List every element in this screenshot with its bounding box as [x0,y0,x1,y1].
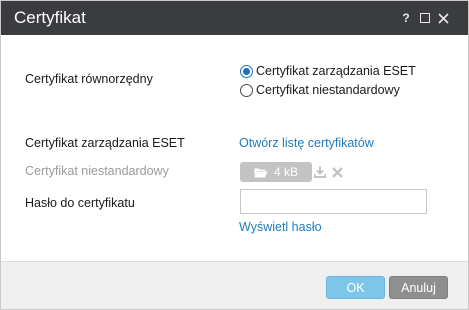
certificate-password-input[interactable] [240,189,427,214]
peer-certificate-label: Certyfikat równorzędny [25,72,153,86]
dialog-title: Certyfikat [14,8,86,27]
open-certificate-list-link[interactable]: Otwórz listę certyfikatów [239,135,374,151]
radio-unselected-icon[interactable] [240,83,253,97]
show-password-link[interactable]: Wyświetl hasło [239,219,322,235]
file-size: 4 kB [273,165,298,179]
remove-icon[interactable] [332,165,343,183]
certificate-dialog: Certyfikat ? Certyfikat równorzędny Cert… [0,0,469,310]
close-icon[interactable] [435,10,451,26]
radio-selected-icon[interactable] [240,64,253,78]
radio-eset-management-cert[interactable]: Certyfikat zarządzania ESET [240,63,416,79]
radio-custom-cert[interactable]: Certyfikat niestandardowy [240,82,400,98]
download-icon[interactable] [313,165,327,183]
management-certificate-label: Certyfikat zarządzania ESET [25,136,185,150]
dialog-footer: OK Anuluj [1,261,468,309]
certificate-password-label: Hasło do certyfikatu [25,196,135,210]
dialog-titlebar: Certyfikat ? [1,1,468,35]
ok-button[interactable]: OK [326,276,385,299]
folder-open-icon [254,168,268,177]
maximize-icon[interactable] [417,10,433,26]
radio-label: Certyfikat niestandardowy [256,83,400,97]
custom-certificate-label: Certyfikat niestandardowy [25,164,169,178]
help-icon[interactable]: ? [398,10,414,26]
upload-certificate-button[interactable]: 4 kB [240,162,312,182]
radio-label: Certyfikat zarządzania ESET [256,64,416,78]
cancel-button[interactable]: Anuluj [389,276,448,299]
